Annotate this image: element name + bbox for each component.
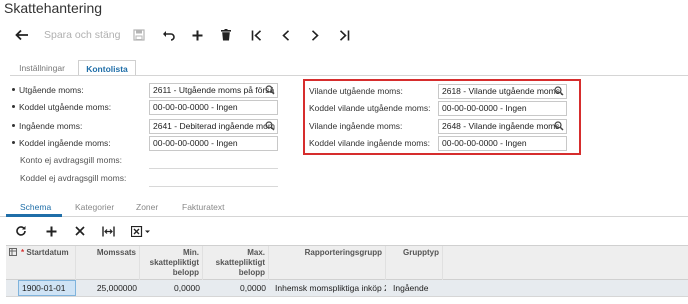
koddel-vilande-ingaende-moms-field[interactable]: 00-00-00-0000 - Ingen bbox=[438, 136, 567, 151]
refresh-icon[interactable] bbox=[14, 224, 28, 238]
tabs-divider bbox=[10, 75, 688, 76]
vilande-utgaende-moms-field[interactable]: 2618 - Vilande utgående moms, bbox=[438, 84, 567, 99]
delete-icon[interactable] bbox=[219, 26, 233, 44]
koddel-utgaende-moms-label: Koddel utgående moms: bbox=[12, 102, 111, 112]
search-icon[interactable] bbox=[554, 86, 564, 98]
table-row[interactable]: 1900-01-01 25,000000 0,0000 0,0000 Inhem… bbox=[6, 280, 688, 297]
fit-columns-icon[interactable] bbox=[101, 224, 115, 238]
undo-icon[interactable] bbox=[161, 26, 175, 44]
tab-fakturatext[interactable]: Fakturatext bbox=[182, 202, 225, 212]
search-icon[interactable] bbox=[265, 121, 275, 133]
main-toolbar: Spara och stäng bbox=[0, 22, 688, 48]
column-header-max-belopp[interactable]: Max. skattepliktigt belopp bbox=[203, 246, 269, 280]
save-icon[interactable] bbox=[132, 26, 146, 44]
cell-max-belopp[interactable]: 0,0000 bbox=[203, 280, 269, 296]
last-record-icon[interactable] bbox=[337, 26, 351, 44]
column-header-grupptyp[interactable]: Grupptyp bbox=[386, 246, 443, 280]
ingaende-moms-label: Ingående moms: bbox=[12, 121, 82, 131]
search-icon[interactable] bbox=[265, 85, 275, 97]
schema-grid: * Startdatum Momssats Min. skattepliktig… bbox=[6, 245, 688, 304]
cell-grupptyp[interactable]: Ingående bbox=[390, 280, 443, 296]
koddel-vilande-utgaende-moms-label: Koddel vilande utgående moms: bbox=[309, 103, 431, 113]
previous-record-icon[interactable] bbox=[279, 26, 293, 44]
search-icon[interactable] bbox=[554, 121, 564, 133]
tab-kategorier[interactable]: Kategorier bbox=[75, 202, 114, 212]
cell-momssats[interactable]: 25,000000 bbox=[76, 280, 140, 296]
ingaende-moms-field[interactable]: 2641 - Debiterad ingående mom bbox=[149, 119, 278, 134]
konto-ej-avdragsgill-field[interactable] bbox=[149, 168, 278, 169]
page-title: Skattehantering bbox=[4, 0, 103, 16]
delete-row-icon[interactable] bbox=[73, 224, 87, 238]
cell-startdatum[interactable]: 1900-01-01 bbox=[18, 280, 76, 296]
koddel-utgaende-moms-field[interactable]: 00-00-00-0000 - Ingen bbox=[149, 100, 278, 115]
koddel-ingaende-moms-field[interactable]: 00-00-00-0000 - Ingen bbox=[149, 136, 278, 151]
tab-zoner[interactable]: Zoner bbox=[136, 202, 158, 212]
cell-rapporteringsgrupp[interactable]: Inhemsk momspliktiga inköp 25% bbox=[272, 280, 386, 296]
tab-installningar[interactable]: Inställningar bbox=[10, 60, 74, 76]
column-header-momssats[interactable]: Momssats bbox=[76, 246, 140, 280]
vilande-utgaende-moms-label: Vilande utgående moms: bbox=[309, 86, 403, 96]
koddel-ej-avdragsgill-label: Koddel ej avdragsgill moms: bbox=[20, 173, 127, 183]
row-settings-icon[interactable] bbox=[6, 246, 18, 280]
vilande-ingaende-moms-label: Vilande ingående moms: bbox=[309, 121, 403, 131]
cell-min-belopp[interactable]: 0,0000 bbox=[140, 280, 203, 296]
sub-tabs-divider bbox=[0, 216, 688, 217]
next-record-icon[interactable] bbox=[308, 26, 322, 44]
koddel-ej-avdragsgill-field[interactable] bbox=[149, 186, 278, 187]
konto-ej-avdragsgill-label: Konto ej avdragsgill moms: bbox=[20, 155, 123, 165]
column-header-min-belopp[interactable]: Min. skattepliktigt belopp bbox=[140, 246, 203, 280]
utgaende-moms-label: Utgående moms: bbox=[12, 85, 84, 95]
koddel-vilande-utgaende-moms-field[interactable]: 00-00-00-0000 - Ingen bbox=[438, 101, 567, 116]
koddel-vilande-ingaende-moms-label: Koddel vilande ingående moms: bbox=[309, 138, 430, 148]
column-header-rapporteringsgrupp[interactable]: Rapporteringsgrupp bbox=[269, 246, 386, 280]
back-icon[interactable] bbox=[14, 26, 30, 44]
add-icon[interactable] bbox=[190, 26, 204, 44]
koddel-ingaende-moms-label: Koddel ingående moms: bbox=[12, 138, 111, 148]
vilande-ingaende-moms-field[interactable]: 2648 - Vilande ingående moms bbox=[438, 119, 567, 134]
utgaende-moms-field[interactable]: 2611 - Utgående moms på försä bbox=[149, 83, 278, 98]
tab-kontolista[interactable]: Kontolista bbox=[78, 60, 136, 76]
tab-schema[interactable]: Schema bbox=[20, 202, 51, 212]
export-excel-icon[interactable] bbox=[130, 224, 152, 238]
save-close-button[interactable]: Spara och stäng bbox=[44, 26, 120, 44]
active-tab-indicator bbox=[6, 214, 62, 217]
grid-header: * Startdatum Momssats Min. skattepliktig… bbox=[6, 245, 688, 280]
first-record-icon[interactable] bbox=[249, 26, 263, 44]
add-row-icon[interactable] bbox=[44, 224, 58, 238]
column-header-startdatum[interactable]: * Startdatum bbox=[18, 246, 76, 280]
